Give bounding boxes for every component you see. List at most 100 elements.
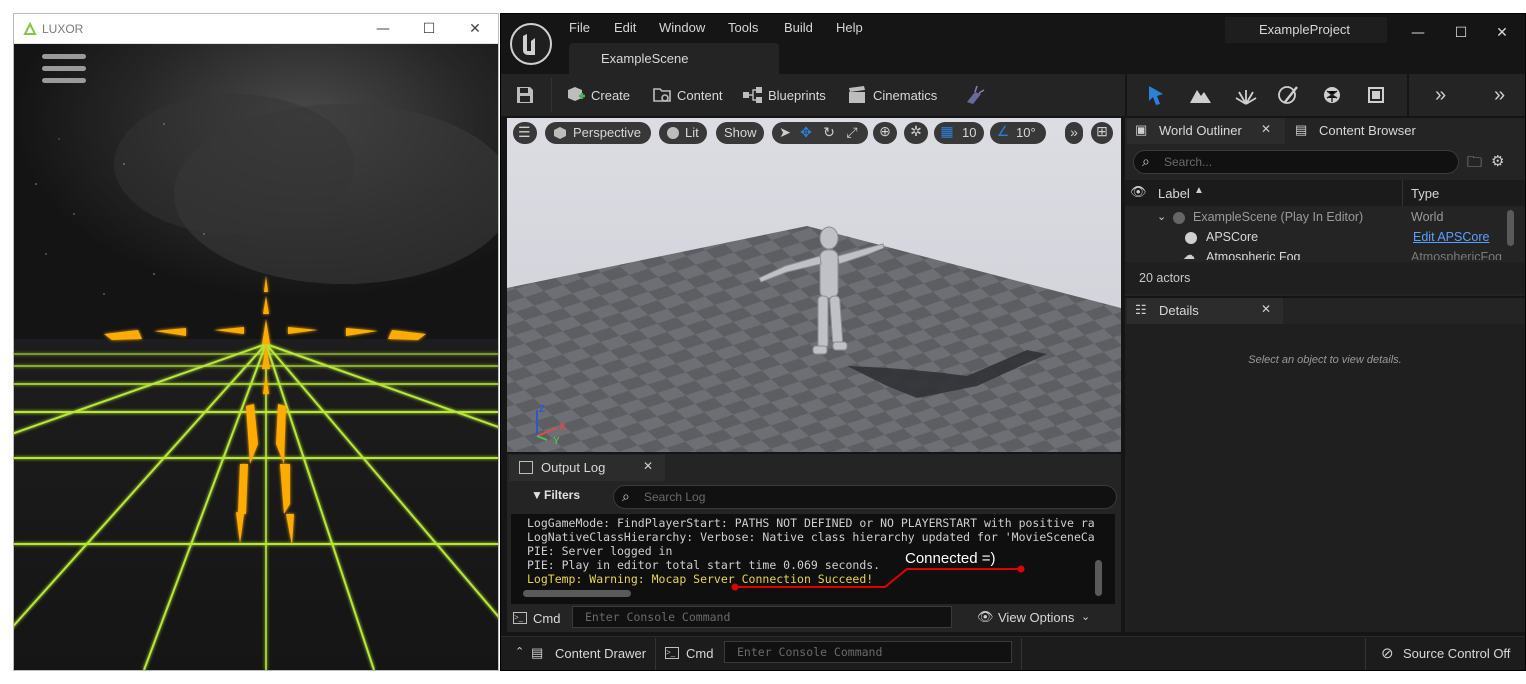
luxor-close-button[interactable]: ✕ xyxy=(452,14,498,44)
level-viewport[interactable]: Z X Y xyxy=(507,118,1121,452)
menu-window[interactable]: Window xyxy=(659,20,705,35)
perspective-button[interactable]: Perspective xyxy=(545,122,651,144)
table-row[interactable]: APSCore Edit APSCore xyxy=(1125,228,1507,248)
status-divider xyxy=(1365,638,1366,670)
menu-tools[interactable]: Tools xyxy=(728,20,758,35)
search-log-input[interactable]: ⌕ Search Log xyxy=(613,485,1117,509)
log-console-input[interactable]: Enter Console Command xyxy=(572,606,952,628)
lit-label: Lit xyxy=(685,125,699,140)
cinematics-button[interactable]: Cinematics xyxy=(873,88,937,103)
minimize-button[interactable]: — xyxy=(1395,18,1441,48)
foliage-mode-icon[interactable] xyxy=(1235,84,1257,106)
outliner-search-input[interactable]: ⌕ Search... xyxy=(1133,150,1459,174)
terminal-icon: >_ xyxy=(513,612,527,624)
table-row[interactable]: ⌄ ExampleScene (Play In Editor) World xyxy=(1125,208,1507,228)
view-options-button[interactable]: 👁 View Options ⌄ xyxy=(977,609,1097,627)
lit-button[interactable]: Lit xyxy=(659,122,707,144)
toolbar-split xyxy=(1125,74,1127,116)
output-log-tab-label: Output Log xyxy=(541,460,606,475)
world-outliner-tab[interactable]: ▣ World Outliner ✕ xyxy=(1127,118,1285,144)
angle-snap-button[interactable]: ∠ 10° xyxy=(990,122,1046,144)
terminal-icon: >_ xyxy=(665,647,679,659)
output-log-tab[interactable]: Output Log ✕ xyxy=(509,455,665,481)
toolbar-overflow-icon[interactable]: » xyxy=(1494,84,1505,107)
log-vertical-scrollbar[interactable] xyxy=(1095,560,1102,596)
viewport-overflow-button[interactable]: » xyxy=(1065,122,1083,144)
luxor-maximize-button[interactable]: ☐ xyxy=(406,14,452,44)
menu-help[interactable]: Help xyxy=(836,20,863,35)
toolbar-divider xyxy=(551,78,552,112)
viewport-layout-button[interactable]: ⊞ xyxy=(1091,122,1113,144)
viewport-menu-button[interactable]: ☰ xyxy=(513,122,537,144)
outliner-rows: ⌄ ExampleScene (Play In Editor) World AP… xyxy=(1125,208,1507,260)
status-console-input[interactable]: Enter Console Command xyxy=(724,641,1012,663)
settings-gear-icon[interactable]: ⚙ xyxy=(1491,152,1504,170)
world-outliner-close-icon[interactable]: ✕ xyxy=(1261,122,1271,136)
status-console-placeholder: Enter Console Command xyxy=(737,645,883,659)
select-tool-icon[interactable]: ➤ xyxy=(778,124,792,141)
content-drawer-label: Content Drawer xyxy=(555,646,647,661)
scale-tool-icon[interactable]: ⤢ xyxy=(845,124,859,141)
column-label-header[interactable]: Label xyxy=(1158,186,1190,201)
edit-apscore-link[interactable]: Edit APSCore xyxy=(1413,230,1489,244)
luxor-title-bar[interactable]: LUXOR — ☐ ✕ xyxy=(14,14,498,44)
select-mode-icon[interactable] xyxy=(1145,84,1167,106)
luxor-3d-view[interactable] xyxy=(14,44,498,670)
content-drawer-button[interactable]: ⌃ ▤ Content Drawer xyxy=(511,644,651,664)
outliner-search-placeholder: Search... xyxy=(1164,155,1213,169)
rotate-tool-icon[interactable]: ↻ xyxy=(822,124,836,141)
more-modes-icon[interactable]: » xyxy=(1435,84,1446,107)
luxor-title: LUXOR xyxy=(42,22,84,36)
log-cmd-label: >_ Cmd xyxy=(513,611,561,626)
source-control-button[interactable]: ⊘ Source Control Off xyxy=(1381,644,1521,664)
outliner-footer: 20 actors xyxy=(1125,262,1525,294)
chevron-up-icon: ⌃ xyxy=(515,646,525,658)
outliner-scrollbar[interactable] xyxy=(1507,210,1514,246)
translate-tool-icon[interactable]: ✥ xyxy=(799,124,813,141)
save-icon[interactable] xyxy=(515,85,535,105)
filter-icon: ▼ xyxy=(531,488,543,502)
unreal-logo-icon[interactable] xyxy=(509,22,553,66)
fracture-mode-icon[interactable] xyxy=(1321,84,1343,106)
source-control-label: Source Control Off xyxy=(1403,646,1511,661)
log-console-placeholder: Enter Console Command xyxy=(585,610,731,624)
angle-icon: ∠ xyxy=(996,123,1010,139)
outliner-search-icon: ⌕ xyxy=(1142,153,1150,169)
menu-edit[interactable]: Edit xyxy=(614,20,636,35)
close-button[interactable]: ✕ xyxy=(1479,18,1525,48)
content-button[interactable]: Content xyxy=(677,88,723,103)
menu-build[interactable]: Build xyxy=(784,20,813,35)
content-browser-tab[interactable]: ▤ Content Browser xyxy=(1291,118,1451,144)
details-tab[interactable]: ☷ Details ✕ xyxy=(1127,298,1283,324)
world-local-button[interactable]: ⊕ xyxy=(873,122,897,144)
luxor-minimize-button[interactable]: — xyxy=(360,14,406,44)
drawer-icon: ▤ xyxy=(531,645,544,660)
blueprints-button[interactable]: Blueprints xyxy=(768,88,826,103)
luxor-logo-icon xyxy=(23,22,37,35)
visibility-eye-icon[interactable]: 👁 xyxy=(1130,184,1147,200)
maximize-button[interactable]: ☐ xyxy=(1438,18,1484,48)
create-button[interactable]: Create xyxy=(591,88,630,103)
log-line: PIE: Server logged in xyxy=(527,544,673,558)
grid-snap-button[interactable]: ▦ 10 xyxy=(934,122,984,144)
content-browser-icon: ▤ xyxy=(1295,122,1308,137)
new-folder-icon[interactable]: 🗀 xyxy=(1467,152,1482,177)
menu-file[interactable]: File xyxy=(569,20,590,35)
show-button[interactable]: Show xyxy=(716,122,764,144)
table-row[interactable]: ☁ Atmospheric Fog AtmosphericFog xyxy=(1125,248,1507,260)
hamburger-icon: ☰ xyxy=(518,124,531,140)
output-log-close-icon[interactable]: ✕ xyxy=(643,459,653,473)
details-close-icon[interactable]: ✕ xyxy=(1261,302,1271,316)
surface-snap-button[interactable]: ✲ xyxy=(904,122,928,144)
log-horizontal-scrollbar[interactable] xyxy=(523,590,631,597)
scene-tab[interactable]: ExampleScene xyxy=(569,43,779,74)
landscape-mode-icon[interactable] xyxy=(1189,84,1213,106)
create-icon xyxy=(568,87,585,101)
brush-edit-icon[interactable] xyxy=(1365,84,1387,106)
play-settings-icon[interactable] xyxy=(963,84,985,106)
mesh-paint-icon[interactable] xyxy=(1277,84,1299,106)
expand-chevron-icon[interactable]: ⌄ xyxy=(1157,210,1166,223)
column-type-header[interactable]: Type xyxy=(1411,186,1439,201)
show-label: Show xyxy=(724,125,757,140)
filters-button[interactable]: ▼ Filters xyxy=(525,488,595,508)
